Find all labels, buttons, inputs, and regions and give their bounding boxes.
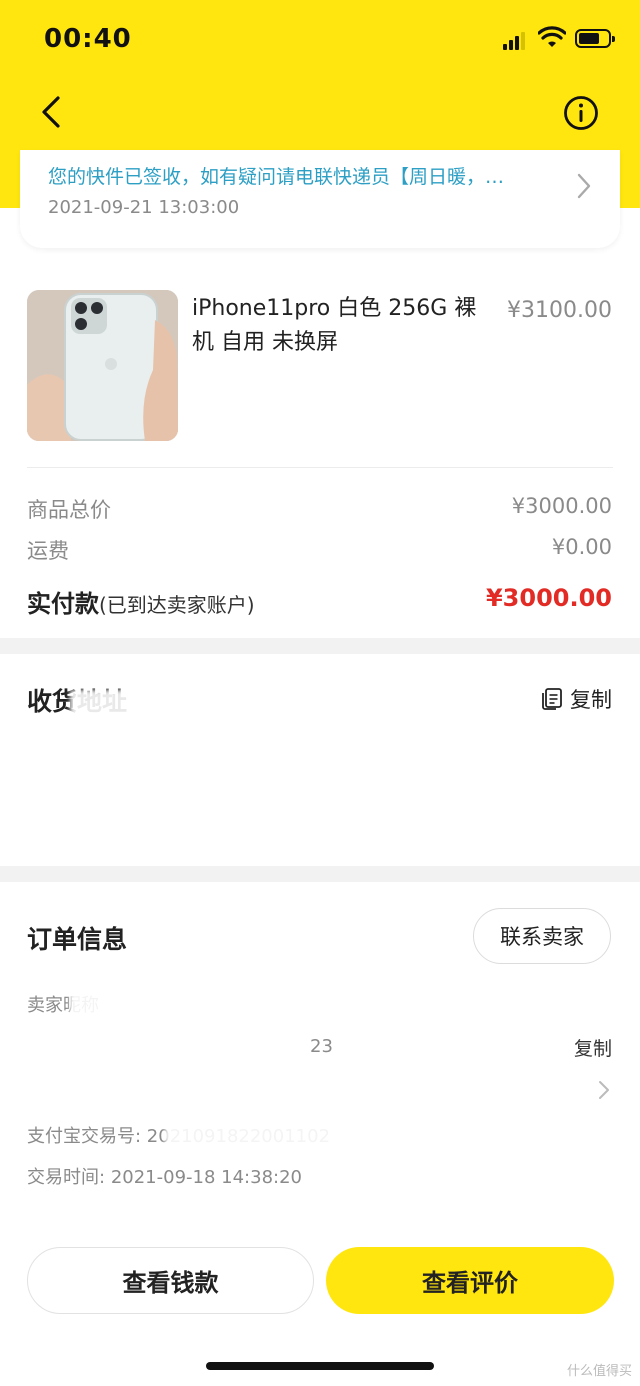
status-time: 00:40 — [44, 24, 132, 54]
back-arrow-icon[interactable] — [34, 92, 74, 132]
trade-time-value: 2021-09-18 14:38:20 — [110, 1167, 302, 1188]
chevron-right-icon[interactable] — [598, 1080, 610, 1100]
copy-icon — [542, 688, 562, 710]
order-number-fragment: 23 — [310, 1036, 333, 1057]
paid-label-text: 实付款 — [27, 590, 99, 618]
tracking-message: 您的快件已签收，如有疑问请电联快递员【周日暖，… — [48, 166, 505, 188]
trade-time: 交易时间: 2021-09-18 14:38:20 — [27, 1163, 302, 1189]
chevron-right-icon — [577, 173, 591, 199]
watermark: 什么值得买 — [567, 1360, 632, 1379]
battery-icon — [575, 29, 615, 48]
copy-order-number-button[interactable]: 复制 — [574, 1034, 612, 1061]
view-review-button[interactable]: 查看评价 — [326, 1247, 614, 1314]
watermark-text: 什么值得买 — [566, 1364, 632, 1379]
paid-note: (已到达卖家账户) — [99, 593, 255, 617]
shipping-label: 运费 — [27, 539, 69, 563]
divider — [27, 467, 613, 468]
status-bar: 00:40 — [0, 0, 640, 80]
copy-address-button[interactable]: 复制 — [540, 684, 612, 714]
section-separator — [0, 638, 640, 654]
redaction-overlay — [70, 990, 150, 1018]
shipping-value: ¥0.00 — [551, 535, 612, 559]
tracking-time: 2021-09-21 13:03:00 — [48, 197, 240, 218]
info-icon[interactable] — [562, 94, 600, 132]
home-indicator — [206, 1362, 434, 1370]
trade-time-label: 交易时间: — [27, 1167, 106, 1188]
order-info-title: 订单信息 — [27, 925, 128, 954]
copy-address-label: 复制 — [570, 688, 612, 712]
paid-label: 实付款(已到达卖家账户) — [27, 584, 255, 619]
product-price: ¥3100.00 — [507, 298, 612, 323]
contact-seller-button[interactable]: 联系卖家 — [473, 908, 611, 964]
goods-total-label: 商品总价 — [27, 498, 111, 522]
product-image[interactable] — [27, 290, 178, 441]
cellular-signal-icon — [503, 30, 531, 50]
product-title[interactable]: iPhone11pro 白色 256G 裸机 自用 未换屏 — [192, 292, 492, 360]
section-separator — [0, 866, 640, 882]
redaction-overlay — [70, 690, 160, 724]
view-money-button[interactable]: 查看钱款 — [27, 1247, 314, 1314]
goods-total-value: ¥3000.00 — [511, 494, 612, 518]
tracking-card[interactable]: 您的快件已签收，如有疑问请电联快递员【周日暖，… 2021-09-21 13:0… — [20, 150, 620, 248]
wifi-icon — [538, 26, 566, 47]
paid-value: ¥3000.00 — [485, 584, 612, 612]
redaction-overlay — [165, 1120, 365, 1148]
